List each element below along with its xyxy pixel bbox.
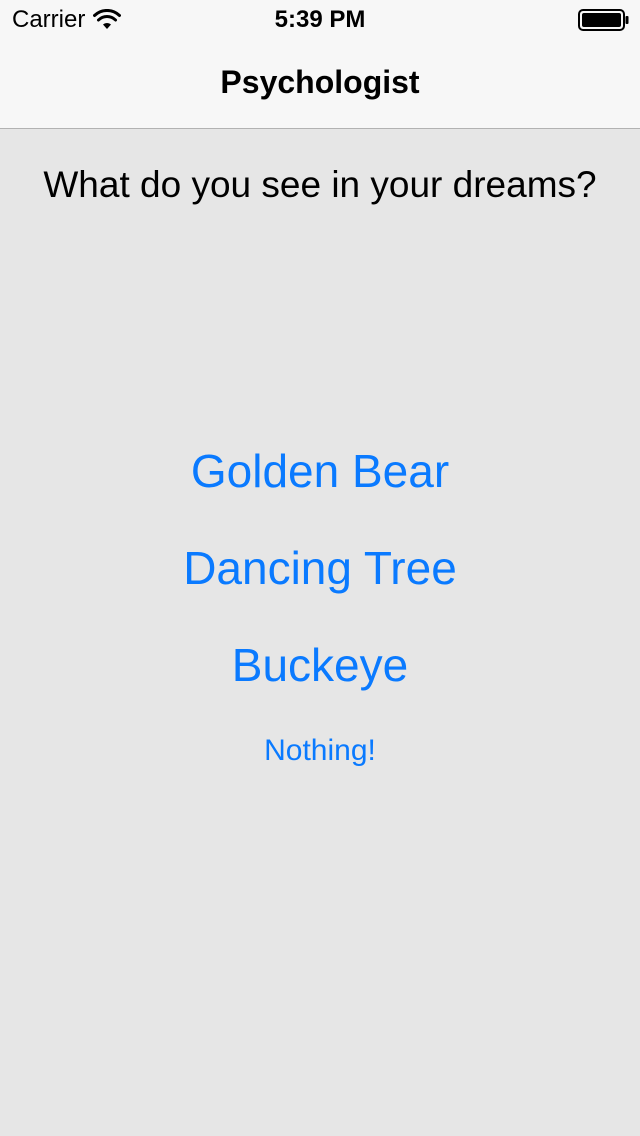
buckeye-button[interactable]: Buckeye: [0, 638, 640, 692]
nothing-button[interactable]: Nothing!: [0, 734, 640, 768]
nav-title: Psychologist: [220, 64, 420, 100]
status-time: 5:39 PM: [274, 6, 366, 33]
golden-bear-button[interactable]: Golden Bear: [0, 444, 640, 498]
question-label: What do you see in your dreams?: [43, 164, 597, 205]
navigation-bar: Psychologist: [0, 40, 640, 129]
battery-icon: [578, 9, 629, 31]
status-bar: Carrier 5:39 PM: [0, 0, 640, 40]
dancing-tree-button[interactable]: Dancing Tree: [0, 541, 640, 595]
